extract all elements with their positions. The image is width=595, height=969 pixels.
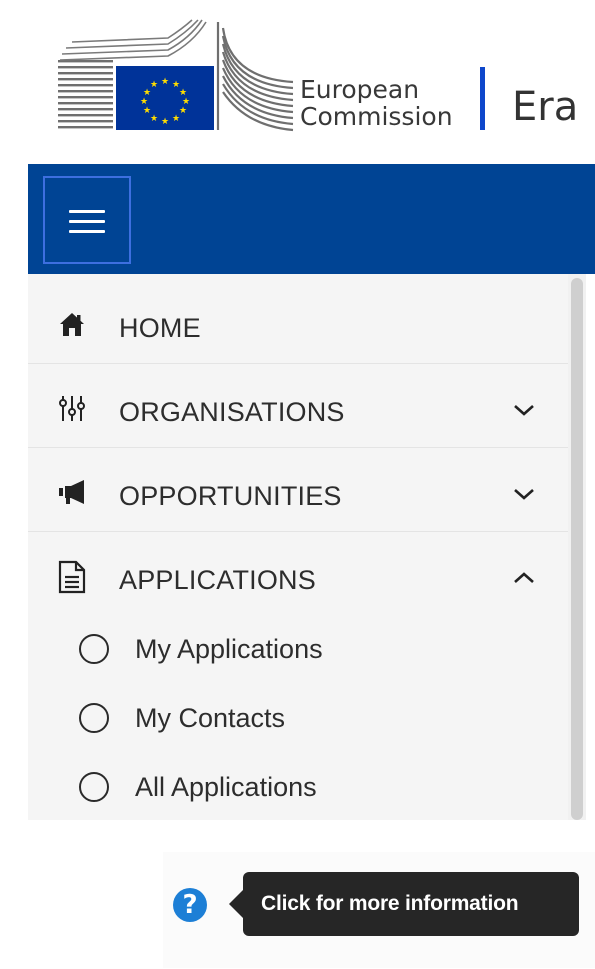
chevron-down-icon[interactable] — [512, 486, 536, 502]
svg-text:★: ★ — [140, 97, 148, 107]
menu-scrollbar[interactable] — [568, 274, 586, 820]
svg-text:★: ★ — [161, 77, 169, 87]
radio-circle-icon — [79, 703, 109, 733]
logo-divider — [480, 67, 485, 130]
submenu-item-label: My Applications — [135, 634, 323, 664]
page-header: ★ ★ ★ ★ ★ ★ ★ ★ ★ ★ ★ ★ European Commiss… — [28, 0, 595, 164]
logo-left-stripes — [58, 60, 113, 129]
question-circle-icon[interactable]: ? — [173, 888, 207, 922]
chevron-down-icon[interactable] — [512, 402, 536, 418]
submenu-item-label: My Contacts — [135, 703, 286, 733]
menu-item-label: APPLICATIONS — [119, 565, 316, 595]
megaphone-icon — [59, 480, 84, 504]
chevron-up-icon[interactable] — [512, 570, 536, 586]
logo-line-commission: Commission — [300, 102, 453, 131]
menu-item-label: HOME — [119, 313, 201, 343]
svg-text:★: ★ — [161, 117, 169, 127]
scrollbar-thumb[interactable] — [571, 278, 583, 820]
svg-text:★: ★ — [143, 106, 151, 116]
logo-right-stripes — [216, 22, 294, 132]
svg-text:★: ★ — [150, 114, 158, 124]
submenu-item-my-contacts[interactable]: My Contacts — [28, 685, 568, 753]
side-menu: HOME ORGANISATIONS OPPORTUNITIES APPLICA… — [28, 274, 568, 820]
logo-wordmark: European Commission — [300, 76, 453, 130]
burger-line — [69, 220, 105, 223]
menu-item-home[interactable]: HOME — [28, 280, 568, 364]
burger-line — [69, 210, 105, 213]
logo-line-european: European — [300, 75, 420, 104]
radio-circle-icon — [79, 772, 109, 802]
home-icon — [60, 313, 84, 336]
radio-circle-icon — [79, 634, 109, 664]
site-name[interactable]: Era — [512, 84, 578, 130]
menu-item-opportunities[interactable]: OPPORTUNITIES — [28, 448, 568, 532]
submenu-item-label: All Applications — [135, 772, 317, 802]
document-icon — [58, 560, 86, 594]
submenu-item-my-applications[interactable]: My Applications — [28, 616, 568, 684]
tooltip: Click for more information — [229, 872, 579, 936]
menu-item-applications[interactable]: APPLICATIONS — [28, 532, 568, 616]
svg-text:★: ★ — [150, 80, 158, 90]
header-clip: ★ ★ ★ ★ ★ ★ ★ ★ ★ ★ ★ ★ European Commiss… — [28, 0, 595, 164]
menu-item-organisations[interactable]: ORGANISATIONS — [28, 364, 568, 448]
svg-text:★: ★ — [172, 114, 180, 124]
top-navigation-bar — [28, 164, 595, 274]
menu-item-label: ORGANISATIONS — [119, 397, 345, 427]
hamburger-menu-button[interactable] — [43, 176, 131, 264]
tooltip-text: Click for more information — [261, 892, 519, 915]
burger-line — [69, 230, 105, 233]
menu-item-label: OPPORTUNITIES — [119, 481, 342, 511]
svg-text:★: ★ — [179, 106, 187, 116]
logo-building-curves — [59, 19, 207, 61]
submenu-item-all-applications[interactable]: All Applications — [28, 754, 568, 820]
sliders-icon — [59, 396, 85, 421]
help-panel: ? Click for more information — [163, 852, 595, 968]
